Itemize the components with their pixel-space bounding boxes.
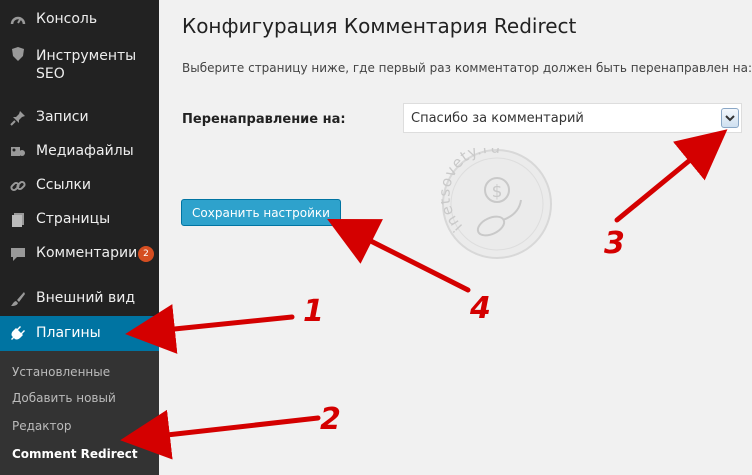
- menu-label-appearance: Внешний вид: [36, 290, 136, 306]
- comment-icon: [9, 245, 27, 263]
- menu-item-plugins[interactable]: Плагины: [0, 316, 159, 351]
- menu-label-seo-line2: SEO: [36, 66, 65, 82]
- menu-item-media[interactable]: Медиафайлы: [0, 143, 159, 165]
- watermark-logo: inetsovety.ru $: [441, 148, 552, 259]
- page-description: Выберите страницу ниже, где первый раз к…: [182, 61, 752, 75]
- page-icon: [9, 211, 27, 229]
- chevron-down-icon[interactable]: [721, 108, 739, 128]
- admin-sidebar: Консоль Инструменты SEO Записи Медиафайл…: [0, 0, 159, 475]
- annotation-number-3: 3: [604, 226, 625, 261]
- menu-item-dashboard[interactable]: Консоль: [0, 11, 159, 33]
- media-icon: [9, 143, 27, 161]
- menu-item-pages[interactable]: Страницы: [0, 211, 159, 233]
- menu-label-links: Ссылки: [36, 177, 92, 193]
- menu-item-posts[interactable]: Записи: [0, 109, 159, 131]
- annotation-number-1: 1: [303, 294, 324, 329]
- dashboard-icon: [9, 11, 27, 29]
- redirect-select-value: Спасибо за комментарий: [411, 111, 584, 126]
- plugins-submenu: Установленные Добавить новый Редактор Co…: [0, 351, 159, 475]
- submenu-add-new[interactable]: Добавить новый: [12, 391, 116, 405]
- shield-icon: [9, 45, 27, 63]
- menu-label-dashboard: Консоль: [36, 11, 98, 27]
- active-pointer: [151, 325, 159, 341]
- redirect-label: Перенаправление на:: [182, 112, 346, 127]
- menu-label-plugins: Плагины: [36, 325, 101, 341]
- menu-item-comments[interactable]: Комментарии 2: [0, 245, 159, 267]
- redirect-select[interactable]: Спасибо за комментарий: [403, 103, 742, 133]
- annotation-number-4: 4: [470, 291, 491, 326]
- menu-label-posts: Записи: [36, 109, 89, 125]
- page-title: Конфигурация Комментария Redirect: [182, 14, 577, 38]
- menu-label-comments: Комментарии: [36, 245, 138, 261]
- dollar-icon: $: [492, 182, 503, 202]
- save-settings-button[interactable]: Сохранить настройки: [181, 199, 341, 226]
- menu-label-pages: Страницы: [36, 211, 111, 227]
- menu-item-links[interactable]: Ссылки: [0, 177, 159, 199]
- pin-icon: [9, 109, 27, 127]
- comment-count-badge: 2: [138, 246, 154, 262]
- submenu-installed[interactable]: Установленные: [12, 365, 110, 379]
- submenu-comment-redirect[interactable]: Comment Redirect: [12, 447, 138, 461]
- link-icon: [9, 177, 27, 195]
- menu-label-media: Медиафайлы: [36, 143, 134, 159]
- plugin-icon: [9, 324, 27, 342]
- menu-label-seo-line1: Инструменты: [36, 48, 137, 64]
- menu-item-appearance[interactable]: Внешний вид: [0, 290, 159, 312]
- annotation-number-2: 2: [320, 402, 341, 437]
- menu-item-seo[interactable]: Инструменты SEO: [0, 45, 159, 85]
- main-content: Конфигурация Комментария Redirect Выбери…: [159, 0, 752, 475]
- submenu-editor[interactable]: Редактор: [12, 419, 71, 433]
- brush-icon: [9, 290, 27, 308]
